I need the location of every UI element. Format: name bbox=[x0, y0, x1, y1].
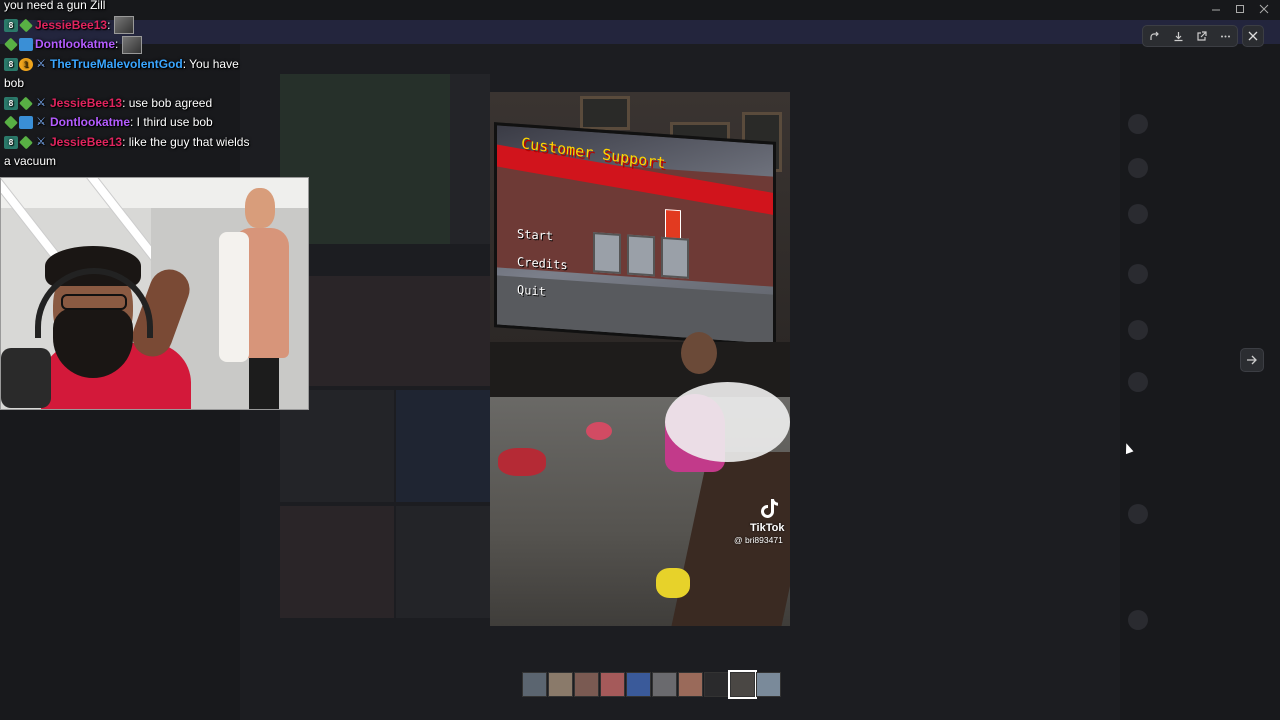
sub-badge-icon: 8 bbox=[4, 57, 18, 71]
background-tile bbox=[396, 390, 490, 502]
media-thumbnail[interactable] bbox=[548, 672, 573, 697]
chat-username[interactable]: JessieBee13 bbox=[50, 135, 122, 149]
media-thumbnail[interactable] bbox=[704, 672, 729, 697]
sword-badge-icon: ⚔ bbox=[36, 135, 46, 148]
toy bbox=[656, 568, 690, 598]
member-row bbox=[1128, 504, 1258, 526]
tutu bbox=[665, 382, 790, 462]
chat-text: : I third use bob bbox=[130, 115, 213, 129]
minimize-icon[interactable] bbox=[1210, 2, 1222, 16]
star-badge-icon bbox=[19, 96, 33, 111]
member-row bbox=[1128, 320, 1258, 342]
toy bbox=[498, 448, 546, 476]
chat-text: you need a gun Zill bbox=[4, 0, 106, 12]
member-row bbox=[1128, 264, 1258, 286]
chat-badges: 8 bbox=[4, 18, 33, 33]
sword-badge-icon: ⚔ bbox=[36, 57, 46, 70]
chat-badges bbox=[4, 37, 33, 52]
chat-username[interactable]: JessieBee13 bbox=[35, 18, 107, 32]
close-icon bbox=[1248, 31, 1258, 41]
media-viewer-toolbar bbox=[1142, 25, 1238, 47]
media-thumbnail[interactable] bbox=[756, 672, 781, 697]
bits-badge-icon: 1 bbox=[19, 57, 33, 71]
member-row bbox=[1128, 114, 1258, 136]
chat-badges: 8 1 ⚔ bbox=[4, 57, 48, 71]
microphone bbox=[1, 348, 51, 408]
chat-username[interactable]: TheTrueMalevolentGod bbox=[50, 57, 183, 71]
chat-text: : use bob agreed bbox=[122, 95, 213, 110]
game-menu-quit: Quit bbox=[517, 282, 546, 299]
star-badge-icon bbox=[4, 37, 18, 52]
window-close-icon[interactable] bbox=[1258, 2, 1270, 16]
sub-badge-icon: 8 bbox=[4, 18, 18, 32]
emote-icon bbox=[113, 16, 134, 35]
window-controls bbox=[1210, 2, 1270, 16]
chat-username[interactable]: JessieBee13 bbox=[50, 96, 122, 110]
chat-badges: 8 ⚔ bbox=[4, 135, 48, 150]
chat-overlay: you need a gun Zill 8 JessieBee13: Dontlo… bbox=[4, 0, 254, 172]
member-row bbox=[1128, 610, 1258, 632]
cube-badge-icon bbox=[19, 38, 33, 52]
tiktok-icon bbox=[761, 499, 778, 518]
next-media-button[interactable] bbox=[1240, 348, 1264, 372]
share-icon[interactable] bbox=[1147, 28, 1163, 44]
chat-message: 8 ⚔ JessieBee13: like the guy that wields … bbox=[4, 133, 254, 172]
chat-username[interactable]: Dontlookatme bbox=[35, 37, 115, 51]
member-row bbox=[1128, 372, 1258, 394]
emote-icon bbox=[121, 35, 142, 54]
download-icon[interactable] bbox=[1170, 28, 1186, 44]
chat-message: 8 1 ⚔ TheTrueMalevolentGod: You have bob bbox=[4, 55, 254, 94]
sword-badge-icon: ⚔ bbox=[36, 96, 46, 109]
game-menu-start: Start bbox=[517, 226, 554, 244]
media-thumbnail-active[interactable] bbox=[728, 670, 757, 699]
chat-badges: 8 ⚔ bbox=[4, 96, 48, 111]
chat-text: : bbox=[115, 37, 119, 51]
chat-text: : bbox=[107, 17, 111, 32]
chat-message: 8 JessieBee13: bbox=[4, 16, 254, 36]
media-thumbnail[interactable] bbox=[678, 672, 703, 697]
member-row bbox=[1128, 204, 1258, 226]
media-thumbnail[interactable] bbox=[574, 672, 599, 697]
picture-frame bbox=[580, 96, 630, 130]
star-badge-icon bbox=[4, 115, 18, 130]
chat-message: you need a gun Zill bbox=[4, 0, 254, 16]
cube-badge-icon bbox=[19, 116, 33, 130]
toy bbox=[586, 422, 612, 440]
streamer bbox=[31, 238, 196, 409]
media-thumbnail[interactable] bbox=[522, 672, 547, 697]
media-thumbnail[interactable] bbox=[600, 672, 625, 697]
background-tile bbox=[396, 506, 490, 618]
member-row bbox=[1128, 158, 1258, 180]
webcam-feed bbox=[0, 177, 309, 410]
media-thumbnail[interactable] bbox=[626, 672, 651, 697]
background-tile bbox=[280, 506, 394, 618]
media-thumbnail[interactable] bbox=[652, 672, 677, 697]
close-viewer-button[interactable] bbox=[1242, 25, 1264, 47]
sword-badge-icon: ⚔ bbox=[36, 116, 46, 129]
media-video[interactable]: Customer Support Start Credits Quit TikT… bbox=[490, 92, 790, 626]
tv-screen: Customer Support Start Credits Quit bbox=[494, 122, 776, 347]
sub-badge-icon: 8 bbox=[4, 135, 18, 149]
star-badge-icon bbox=[19, 18, 33, 33]
background-tile bbox=[450, 74, 490, 244]
chat-message: Dontlookatme: bbox=[4, 35, 254, 55]
background-tile bbox=[280, 276, 490, 386]
arrow-right-icon bbox=[1247, 355, 1257, 365]
towel bbox=[219, 232, 249, 362]
chat-message: 8 ⚔ JessieBee13: use bob agreed bbox=[4, 94, 254, 114]
chat-badges: ⚔ bbox=[4, 115, 48, 130]
chat-message: ⚔ Dontlookatme: I third use bob bbox=[4, 113, 254, 133]
tiktok-handle: @ bri893471 bbox=[734, 535, 783, 545]
media-thumbnail-strip bbox=[522, 670, 781, 699]
sub-badge-icon: 8 bbox=[4, 96, 18, 110]
chat-username[interactable]: Dontlookatme bbox=[50, 115, 130, 129]
tiktok-watermark: TikTok bbox=[750, 522, 785, 534]
more-icon[interactable] bbox=[1217, 28, 1233, 44]
star-badge-icon bbox=[19, 135, 33, 150]
maximize-icon[interactable] bbox=[1234, 2, 1246, 16]
open-external-icon[interactable] bbox=[1194, 28, 1210, 44]
